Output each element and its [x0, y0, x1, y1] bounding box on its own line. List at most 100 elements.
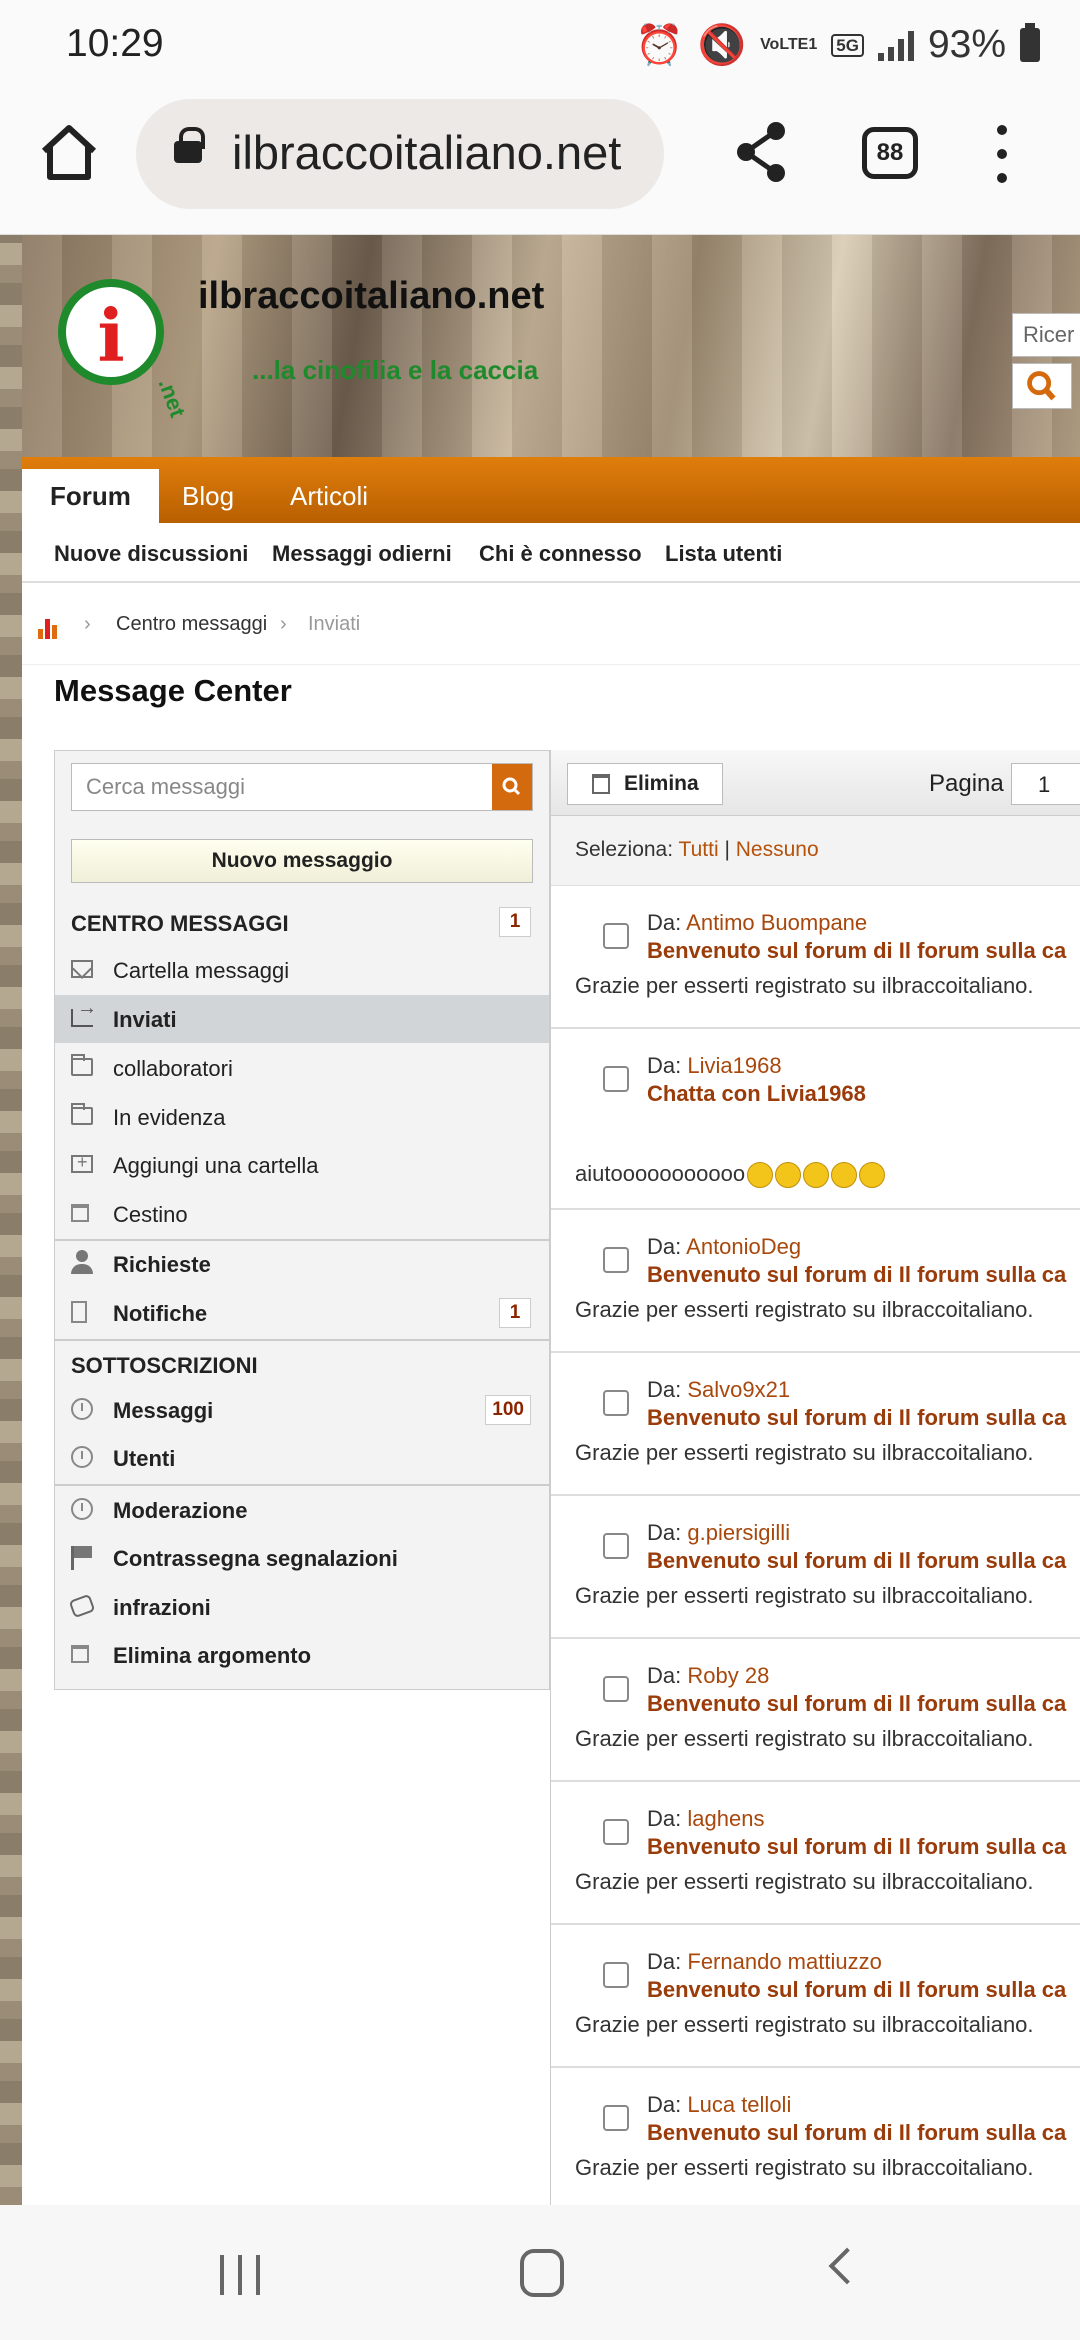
message-subject-link[interactable]: Benvenuto sul forum di Il forum sulla ca — [647, 2120, 1066, 2146]
tabs-button[interactable]: 88 — [862, 127, 918, 179]
sidebar-item-utenti[interactable]: Utenti — [55, 1434, 549, 1482]
more-menu-icon[interactable] — [992, 125, 1012, 185]
delete-button[interactable]: Elimina — [567, 763, 723, 805]
from-label: Da: — [647, 1234, 682, 1259]
sender-link[interactable]: Roby 28 — [687, 1663, 769, 1688]
address-bar[interactable]: ilbraccoitaliano.net — [136, 99, 664, 209]
message-subject-link[interactable]: Benvenuto sul forum di Il forum sulla ca — [647, 938, 1066, 964]
ticket-icon — [68, 1593, 96, 1619]
from-label: Da: — [647, 1806, 682, 1831]
message-subject-link[interactable]: Chatta con Livia1968 — [647, 1081, 866, 1107]
message-subject-link[interactable]: Benvenuto sul forum di Il forum sulla ca — [647, 1405, 1066, 1431]
site-search-icon[interactable] — [1012, 363, 1072, 409]
sidebar-item-label: Moderazione — [113, 1498, 248, 1523]
sender-link[interactable]: Salvo9x21 — [687, 1377, 790, 1402]
messaggi-count: 100 — [485, 1395, 531, 1425]
message-preview-text: Grazie per esserti registrato su ilbracc… — [575, 2012, 1034, 2037]
sidebar-item-inviati[interactable]: Inviati — [55, 995, 549, 1043]
message-preview: Grazie per esserti registrato su ilbracc… — [575, 2155, 1034, 2181]
sidebar-item-elimina-argomento[interactable]: Elimina argomento — [55, 1631, 549, 1679]
sender-link[interactable]: laghens — [687, 1806, 764, 1831]
message-row[interactable]: Da: Antimo Buompane Benvenuto sul forum d… — [551, 886, 1080, 1029]
home-button-icon[interactable] — [520, 2249, 564, 2297]
subnav-new-discussions[interactable]: Nuove discussioni — [54, 541, 248, 567]
message-search — [71, 763, 533, 811]
site-logo[interactable]: i — [58, 279, 164, 385]
message-row[interactable]: Da: Luca telloli Benvenuto sul forum di I… — [551, 2068, 1080, 2205]
delete-button-label: Elimina — [624, 772, 699, 795]
subnav-user-list[interactable]: Lista utenti — [665, 541, 782, 567]
sidebar-item-collaboratori[interactable]: collaboratori — [55, 1044, 549, 1092]
home-icon[interactable] — [38, 121, 100, 183]
message-checkbox[interactable] — [603, 2105, 629, 2131]
select-label: Seleziona: — [575, 838, 674, 861]
message-row[interactable]: Da: g.piersigilli Benvenuto sul forum di … — [551, 1496, 1080, 1639]
recent-apps-icon[interactable] — [220, 2255, 264, 2295]
sidebar-item-cartella-messaggi[interactable]: Cartella messaggi — [55, 946, 549, 994]
sender-link[interactable]: AntonioDeg — [686, 1234, 801, 1259]
message-search-input[interactable] — [72, 764, 492, 810]
page-number-input[interactable]: 1 — [1011, 763, 1080, 805]
user-icon — [71, 1250, 93, 1274]
sender-link[interactable]: Livia1968 — [687, 1053, 781, 1078]
message-row[interactable]: Da: Fernando mattiuzzo Benvenuto sul foru… — [551, 1925, 1080, 2068]
sidebar-item-aggiungi-cartella[interactable]: Aggiungi una cartella — [55, 1141, 549, 1189]
tab-forum[interactable]: Forum — [22, 469, 159, 523]
sidebar-item-messaggi[interactable]: Messaggi 100 — [55, 1386, 549, 1434]
subnav-today-posts[interactable]: Messaggi odierni — [272, 541, 452, 567]
sidebar-item-contrassegna[interactable]: Contrassegna segnalazioni — [55, 1534, 549, 1582]
new-message-button[interactable]: Nuovo messaggio — [71, 839, 533, 883]
message-checkbox[interactable] — [603, 1533, 629, 1559]
sidebar-item-cestino[interactable]: Cestino — [55, 1190, 549, 1238]
message-preview-text: Grazie per esserti registrato su ilbracc… — [575, 1297, 1034, 1322]
url-text[interactable]: ilbraccoitaliano.net — [232, 125, 652, 180]
message-preview: Grazie per esserti registrato su ilbracc… — [575, 973, 1034, 999]
select-none-link[interactable]: Nessuno — [736, 838, 819, 861]
message-checkbox[interactable] — [603, 1247, 629, 1273]
sender-link[interactable]: g.piersigilli — [687, 1520, 790, 1545]
select-all-link[interactable]: Tutti — [679, 838, 719, 861]
message-checkbox[interactable] — [603, 1819, 629, 1845]
sidebar-item-infrazioni[interactable]: infrazioni — [55, 1583, 549, 1631]
share-icon[interactable] — [732, 117, 792, 187]
emoticon-icon — [803, 1162, 830, 1189]
sidebar-item-in-evidenza[interactable]: In evidenza — [55, 1093, 549, 1141]
breadcrumb-centro-messaggi[interactable]: Centro messaggi — [116, 613, 267, 636]
breadcrumb-home-icon[interactable] — [38, 615, 58, 639]
message-subject-link[interactable]: Benvenuto sul forum di Il forum sulla ca — [647, 1262, 1066, 1288]
message-subject-link[interactable]: Benvenuto sul forum di Il forum sulla ca — [647, 1691, 1066, 1717]
message-subject-link[interactable]: Benvenuto sul forum di Il forum sulla ca — [647, 1834, 1066, 1860]
sender-link[interactable]: Fernando mattiuzzo — [687, 1949, 881, 1974]
message-checkbox[interactable] — [603, 1390, 629, 1416]
sender-link[interactable]: Luca telloli — [687, 2092, 791, 2117]
message-row[interactable]: Da: Livia1968 Chatta con Livia1968 aiutooo… — [551, 1029, 1080, 1210]
search-icon[interactable] — [492, 764, 532, 810]
message-checkbox[interactable] — [603, 1676, 629, 1702]
sidebar-item-moderazione[interactable]: Moderazione — [55, 1486, 549, 1534]
site-search-input[interactable]: Ricer — [1012, 313, 1080, 357]
message-checkbox[interactable] — [603, 923, 629, 949]
message-preview: Grazie per esserti registrato su ilbracc… — [575, 1297, 1034, 1323]
tab-articoli[interactable]: Articoli — [262, 469, 396, 523]
message-row[interactable]: Da: Roby 28 Benvenuto sul forum di Il for… — [551, 1639, 1080, 1782]
from-label: Da: — [647, 1377, 682, 1402]
sidebar-item-notifiche[interactable]: Notifiche 1 — [55, 1289, 549, 1337]
from-label: Da: — [647, 1949, 682, 1974]
message-preview-text: Grazie per esserti registrato su ilbracc… — [575, 1440, 1034, 1465]
message-subject-link[interactable]: Benvenuto sul forum di Il forum sulla ca — [647, 1548, 1066, 1574]
site-container: i .net ilbraccoitaliano.net ...la cinofi… — [22, 235, 1080, 2205]
message-row[interactable]: Da: Salvo9x21 Benvenuto sul forum di Il f… — [551, 1353, 1080, 1496]
tab-blog[interactable]: Blog — [154, 469, 262, 523]
sender-link[interactable]: Antimo Buompane — [686, 910, 867, 935]
back-icon[interactable] — [828, 2247, 866, 2285]
message-checkbox[interactable] — [603, 1962, 629, 1988]
subnav-who-online[interactable]: Chi è connesso — [479, 541, 642, 567]
from-label: Da: — [647, 1053, 682, 1078]
breadcrumb: › Centro messaggi › Inviati — [22, 585, 1080, 665]
select-separator: | — [724, 838, 730, 861]
message-checkbox[interactable] — [603, 1066, 629, 1092]
message-row[interactable]: Da: laghens Benvenuto sul forum di Il for… — [551, 1782, 1080, 1925]
message-row[interactable]: Da: AntonioDeg Benvenuto sul forum di Il … — [551, 1210, 1080, 1353]
sidebar-item-richieste[interactable]: Richieste — [55, 1240, 549, 1288]
message-subject-link[interactable]: Benvenuto sul forum di Il forum sulla ca — [647, 1977, 1066, 2003]
